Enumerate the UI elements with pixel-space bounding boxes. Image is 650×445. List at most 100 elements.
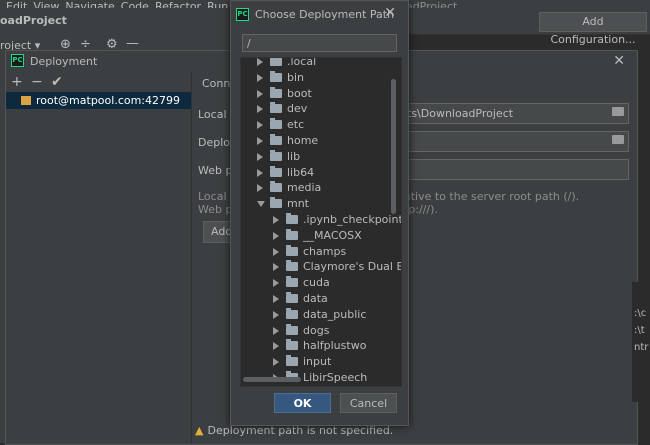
- collapsed-arrow-icon[interactable]: [257, 121, 263, 130]
- folder-icon: [286, 355, 298, 367]
- pycharm-icon: PC: [236, 8, 249, 21]
- tree-node[interactable]: media: [241, 180, 401, 196]
- tree-node[interactable]: lib64: [241, 165, 401, 181]
- menu-item[interactable]: Navigate: [65, 0, 114, 8]
- add-icon[interactable]: +: [11, 74, 23, 90]
- collapsed-arrow-icon[interactable]: [273, 295, 279, 303]
- collapsed-arrow-icon[interactable]: [273, 216, 279, 224]
- tree-node[interactable]: data: [241, 291, 401, 307]
- tree-node-label: input: [303, 355, 332, 369]
- web-path-field[interactable]: [402, 159, 629, 180]
- folder-icon: [270, 118, 282, 130]
- folder-icon: [270, 181, 282, 193]
- server-list-item[interactable]: root@matpool.com:42799: [6, 92, 191, 109]
- collapsed-arrow-icon[interactable]: [257, 105, 263, 114]
- remove-icon[interactable]: −: [31, 74, 43, 90]
- tree-node-label: LibirSpeech: [303, 371, 368, 384]
- collapsed-arrow-icon[interactable]: [257, 73, 263, 82]
- deployment-path-field[interactable]: [402, 131, 629, 152]
- server-list-panel: + − ✔ root@matpool.com:42799: [6, 71, 192, 444]
- menu-item[interactable]: Run: [207, 0, 228, 8]
- tree-node[interactable]: lib: [241, 149, 401, 165]
- folder-icon: [270, 165, 282, 177]
- collapsed-arrow-icon[interactable]: [273, 231, 279, 240]
- menu-item[interactable]: View: [33, 0, 59, 8]
- tree-node-label: mnt: [287, 197, 309, 211]
- project-title: oadProject: [0, 14, 67, 27]
- close-icon[interactable]: ✕: [613, 53, 625, 69]
- collapsed-arrow-icon[interactable]: [257, 89, 263, 98]
- pycharm-icon: PC: [11, 54, 24, 67]
- collapsed-arrow-icon[interactable]: [273, 342, 279, 351]
- local-path-field[interactable]: ts\DownloadProject: [402, 103, 629, 124]
- tree-node-label: media: [287, 181, 322, 195]
- tree-node[interactable]: .ipynb_checkpoints: [241, 212, 401, 228]
- folder-icon: [286, 228, 298, 240]
- tree-node-label: lib: [287, 149, 301, 163]
- tree-node[interactable]: dogs: [241, 323, 401, 339]
- collapsed-arrow-icon[interactable]: [257, 152, 263, 161]
- folder-icon: [286, 276, 298, 288]
- tree-node-label: .ipynb_checkpoints: [303, 213, 402, 226]
- menu-item[interactable]: Edit: [6, 0, 27, 8]
- check-icon[interactable]: ✔: [51, 74, 63, 90]
- editor-text-fragment: :\c :\t ntr: [632, 282, 650, 402]
- minimize-icon[interactable]: —: [126, 36, 139, 51]
- folder-icon: [270, 70, 282, 82]
- folder-icon: [270, 86, 282, 98]
- tree-node-label: boot: [287, 86, 312, 100]
- folder-icon: [270, 102, 282, 114]
- collapsed-arrow-icon[interactable]: [257, 137, 263, 145]
- tree-node-label: halfplustwo: [303, 339, 367, 353]
- tree-node[interactable]: etc: [241, 117, 401, 133]
- folder-icon[interactable]: [612, 135, 624, 144]
- tree-node[interactable]: input: [241, 354, 401, 370]
- collapsed-arrow-icon[interactable]: [257, 184, 263, 193]
- collapsed-arrow-icon[interactable]: [273, 358, 279, 367]
- tree-node[interactable]: __MACOSX: [241, 228, 401, 244]
- tree-node[interactable]: home: [241, 133, 401, 149]
- tree-node[interactable]: halfplustwo: [241, 338, 401, 354]
- choose-deployment-path-dialog: PC Choose Deployment Path ✕ / .local bin b…: [230, 0, 409, 426]
- folder-tree[interactable]: .local bin boot dev etc home lib lib64 media mnt.…: [240, 57, 402, 387]
- tree-node[interactable]: boot: [241, 86, 401, 102]
- deployment-title: Deployment: [30, 55, 98, 68]
- path-input[interactable]: /: [242, 34, 397, 52]
- tree-node[interactable]: champs: [241, 244, 401, 260]
- tree-node[interactable]: Claymore's Dual Ether: [241, 259, 401, 275]
- menu-item[interactable]: Code: [121, 0, 149, 8]
- folder-icon: [286, 307, 298, 319]
- collapsed-arrow-icon[interactable]: [257, 168, 263, 177]
- tree-node[interactable]: .local: [241, 57, 401, 70]
- warning-icon: ▲: [195, 424, 204, 437]
- close-icon[interactable]: ✕: [384, 5, 396, 21]
- folder-icon[interactable]: [612, 107, 624, 116]
- horizontal-scrollbar[interactable]: [243, 377, 301, 382]
- expanded-arrow-icon[interactable]: [257, 201, 265, 208]
- vertical-scrollbar[interactable]: [391, 79, 396, 214]
- collapsed-arrow-icon[interactable]: [273, 247, 279, 256]
- menu-item[interactable]: Refactor: [155, 0, 201, 8]
- local-path-value: ts\DownloadProject: [407, 107, 514, 120]
- tree-node-label: Claymore's Dual Ether: [303, 260, 401, 274]
- collapsed-arrow-icon[interactable]: [273, 326, 279, 335]
- folder-icon: [286, 244, 298, 256]
- tree-node[interactable]: mnt: [241, 196, 401, 212]
- ok-button[interactable]: OK: [274, 393, 331, 413]
- tree-node[interactable]: dev: [241, 101, 401, 117]
- tree-node[interactable]: bin: [241, 70, 401, 86]
- server-label: root@matpool.com:42799: [36, 94, 181, 107]
- folder-icon: [270, 58, 282, 66]
- tree-node-label: .local: [287, 57, 317, 68]
- collapsed-arrow-icon[interactable]: [273, 263, 279, 272]
- server-icon: [21, 96, 31, 105]
- add-configuration-button[interactable]: Add Configuration...: [539, 12, 647, 46]
- cancel-button[interactable]: Cancel: [340, 393, 397, 413]
- collapsed-arrow-icon[interactable]: [257, 58, 263, 66]
- choose-title-bar: PC Choose Deployment Path ✕: [231, 1, 408, 27]
- tree-node[interactable]: data_public: [241, 307, 401, 323]
- tree-node-label: dogs: [303, 323, 330, 337]
- tree-node[interactable]: cuda: [241, 275, 401, 291]
- collapsed-arrow-icon[interactable]: [273, 279, 279, 288]
- collapsed-arrow-icon[interactable]: [273, 310, 279, 319]
